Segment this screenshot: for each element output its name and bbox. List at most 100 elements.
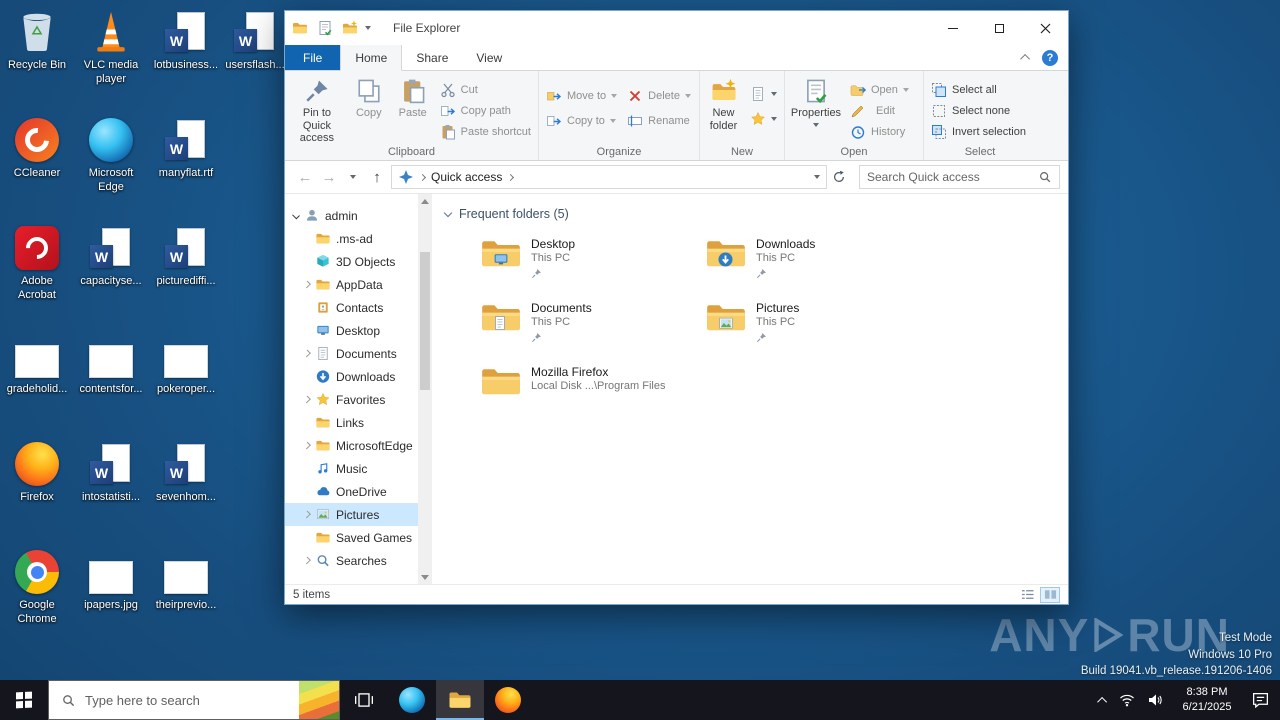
paste-button[interactable]: Paste — [391, 73, 435, 120]
new-folder-button[interactable]: New folder — [702, 73, 745, 132]
desktop-icon-usersflash[interactable]: usersflash... — [219, 8, 291, 73]
frequent-folder-documents[interactable]: Documents This PC — [480, 299, 705, 363]
move-to-button[interactable]: Move to — [541, 83, 622, 108]
paste-shortcut-button[interactable]: Paste shortcut — [435, 121, 536, 142]
expand-icon[interactable] — [303, 511, 311, 519]
sidebar-item-music[interactable]: Music — [285, 457, 418, 480]
taskbar-edge-button[interactable] — [388, 680, 436, 720]
sidebar-item-favorites[interactable]: Favorites — [285, 388, 418, 411]
frequent-folder-desktop[interactable]: Desktop This PC — [480, 235, 705, 299]
nav-scrollbar[interactable] — [418, 194, 432, 584]
tab-share[interactable]: Share — [402, 45, 462, 70]
expand-icon[interactable] — [303, 442, 311, 450]
start-button[interactable] — [0, 680, 48, 720]
sidebar-item-appdata[interactable]: AppData — [285, 273, 418, 296]
close-button[interactable] — [1022, 11, 1068, 45]
select-all-button[interactable]: Select all — [926, 79, 1031, 100]
sidebar-item-documents[interactable]: Documents — [285, 342, 418, 365]
sidebar-item-3d-objects[interactable]: 3D Objects — [285, 250, 418, 273]
frequent-folders-header[interactable]: Frequent folders (5) — [445, 207, 569, 221]
thumbnails-view-button[interactable] — [1040, 587, 1060, 603]
desktop-icon-manyflat[interactable]: manyflat.rtf — [150, 116, 222, 181]
desktop-icon-lotbusiness[interactable]: lotbusiness... — [150, 8, 222, 73]
expand-icon[interactable] — [303, 350, 311, 358]
select-none-button[interactable]: Select none — [926, 100, 1031, 121]
hidden-icons-icon[interactable] — [1097, 696, 1107, 706]
action-center-icon[interactable] — [1251, 691, 1270, 709]
delete-button[interactable]: Delete — [622, 83, 696, 108]
desktop-icon-capacityse[interactable]: capacityse... — [75, 224, 147, 289]
desktop-icon-pokeroper[interactable]: pokeroper... — [150, 332, 222, 397]
help-icon[interactable]: ? — [1042, 50, 1058, 66]
title-bar[interactable]: File Explorer — [285, 11, 1068, 45]
desktop-icon-theirprevio[interactable]: theirprevio... — [150, 548, 222, 613]
edit-button[interactable]: Edit — [845, 100, 914, 121]
sidebar-item-saved-games[interactable]: Saved Games — [285, 526, 418, 549]
refresh-button[interactable] — [827, 165, 851, 189]
cut-button[interactable]: Cut — [435, 79, 536, 100]
sidebar-item-downloads[interactable]: Downloads — [285, 365, 418, 388]
forward-button[interactable]: → — [317, 165, 341, 189]
desktop-icon-recycle-bin[interactable]: Recycle Bin — [1, 8, 73, 73]
breadcrumb-chevron-icon[interactable] — [419, 173, 426, 180]
copy-button[interactable]: Copy — [347, 73, 391, 120]
taskbar-file-explorer-button[interactable] — [436, 680, 484, 720]
breadcrumb[interactable]: Quick access — [431, 170, 502, 184]
sidebar-item-contacts[interactable]: Contacts — [285, 296, 418, 319]
collapse-section-icon[interactable] — [444, 208, 452, 216]
explorer-search-input[interactable] — [867, 170, 1032, 184]
desktop-icon-intostatisti[interactable]: intostatisti... — [75, 440, 147, 505]
search-highlight-image[interactable] — [299, 681, 339, 719]
qat-dropdown-icon[interactable] — [365, 26, 371, 30]
expand-icon[interactable] — [303, 557, 311, 565]
desktop-icon-contentsfor[interactable]: contentsfor... — [75, 332, 147, 397]
desktop-icon-ipapers[interactable]: ipapers.jpg — [75, 548, 147, 613]
address-box[interactable]: Quick access — [391, 165, 827, 189]
recent-locations-dropdown[interactable] — [341, 165, 365, 189]
clock[interactable]: 8:38 PM 6/21/2025 — [1175, 685, 1239, 716]
sidebar-item-desktop[interactable]: Desktop — [285, 319, 418, 342]
desktop-icon-vlc[interactable]: VLC media player — [75, 8, 147, 87]
qat-properties-icon[interactable] — [317, 20, 333, 36]
back-button[interactable]: ← — [293, 165, 317, 189]
breadcrumb-chevron-icon[interactable] — [507, 173, 514, 180]
rename-button[interactable]: Rename — [622, 108, 696, 133]
easy-access-button[interactable] — [745, 106, 782, 131]
details-view-button[interactable] — [1017, 587, 1037, 603]
taskbar-search-box[interactable] — [48, 680, 340, 720]
history-button[interactable]: History — [845, 121, 914, 142]
up-button[interactable]: ↑ — [365, 165, 389, 189]
scroll-down-icon[interactable] — [418, 570, 432, 584]
desktop-icon-picturediffi[interactable]: picturediffi... — [150, 224, 222, 289]
expand-icon[interactable] — [303, 281, 311, 289]
task-view-button[interactable] — [340, 680, 388, 720]
sidebar-item-searches[interactable]: Searches — [285, 549, 418, 572]
taskbar-search-input[interactable] — [85, 693, 290, 708]
sidebar-item-microsoftedge[interactable]: MicrosoftEdge — [285, 434, 418, 457]
open-button[interactable]: Open — [845, 79, 914, 100]
expand-icon[interactable] — [303, 396, 311, 404]
desktop-icon-chrome[interactable]: Google Chrome — [1, 548, 73, 627]
sidebar-item-links[interactable]: Links — [285, 411, 418, 434]
scroll-up-icon[interactable] — [418, 194, 432, 208]
invert-selection-button[interactable]: Invert selection — [926, 121, 1031, 142]
frequent-folder-pictures[interactable]: Pictures This PC — [705, 299, 930, 363]
desktop-icon-edge[interactable]: Microsoft Edge — [75, 116, 147, 195]
volume-icon[interactable] — [1147, 692, 1163, 708]
desktop-icon-firefox[interactable]: Firefox — [1, 440, 73, 505]
sidebar-item-pictures[interactable]: Pictures — [285, 503, 418, 526]
tab-file[interactable]: File — [285, 45, 340, 70]
desktop-icon-ccleaner[interactable]: CCleaner — [1, 116, 73, 181]
frequent-folder-mozilla-firefox[interactable]: Mozilla Firefox Local Disk ...\Program F… — [480, 363, 705, 427]
copy-path-button[interactable]: Copy path — [435, 100, 536, 121]
sidebar-item-admin[interactable]: admin — [285, 204, 418, 227]
new-item-button[interactable] — [745, 81, 782, 106]
sidebar-item-onedrive[interactable]: OneDrive — [285, 480, 418, 503]
network-icon[interactable] — [1119, 692, 1135, 708]
copy-to-button[interactable]: Copy to — [541, 108, 622, 133]
address-dropdown-icon[interactable] — [814, 175, 820, 179]
frequent-folder-downloads[interactable]: Downloads This PC — [705, 235, 930, 299]
sidebar-item-ms-ad[interactable]: .ms-ad — [285, 227, 418, 250]
collapse-icon[interactable] — [292, 212, 300, 220]
pin-to-quick-access-button[interactable]: Pin to Quick access — [287, 73, 347, 145]
